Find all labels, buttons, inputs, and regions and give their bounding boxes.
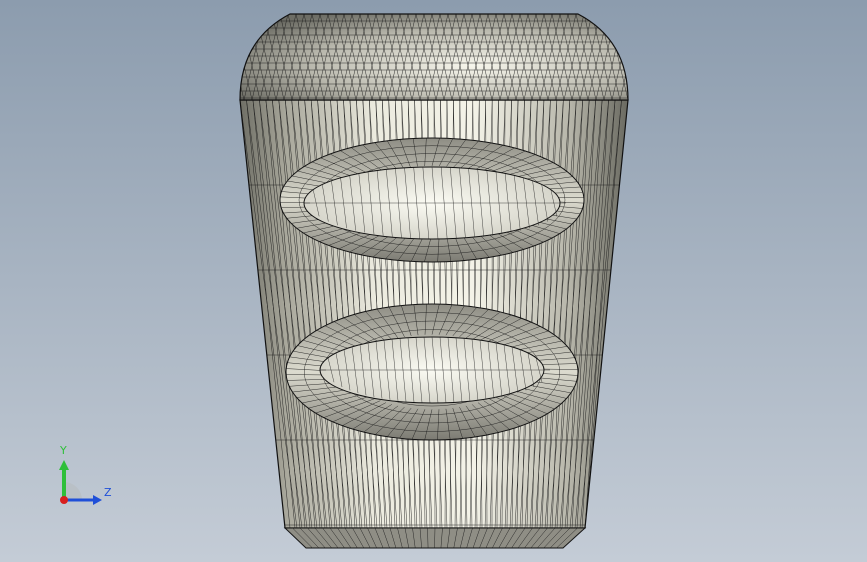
y-axis-arrowhead-icon <box>59 460 69 470</box>
view-orientation-triad: Y Z <box>59 444 112 505</box>
top-dome <box>239 13 629 101</box>
x-axis-dot-icon <box>60 496 68 504</box>
mesh-model[interactable] <box>0 0 867 562</box>
bottom-chamfer <box>283 527 587 549</box>
y-axis-label: Y <box>59 444 67 457</box>
upper-groove <box>279 137 585 263</box>
z-axis-label: Z <box>104 486 112 499</box>
z-axis-arrowhead-icon <box>93 495 102 505</box>
graphics-viewport[interactable]: Y Z <box>0 0 867 562</box>
lower-groove <box>285 303 579 441</box>
